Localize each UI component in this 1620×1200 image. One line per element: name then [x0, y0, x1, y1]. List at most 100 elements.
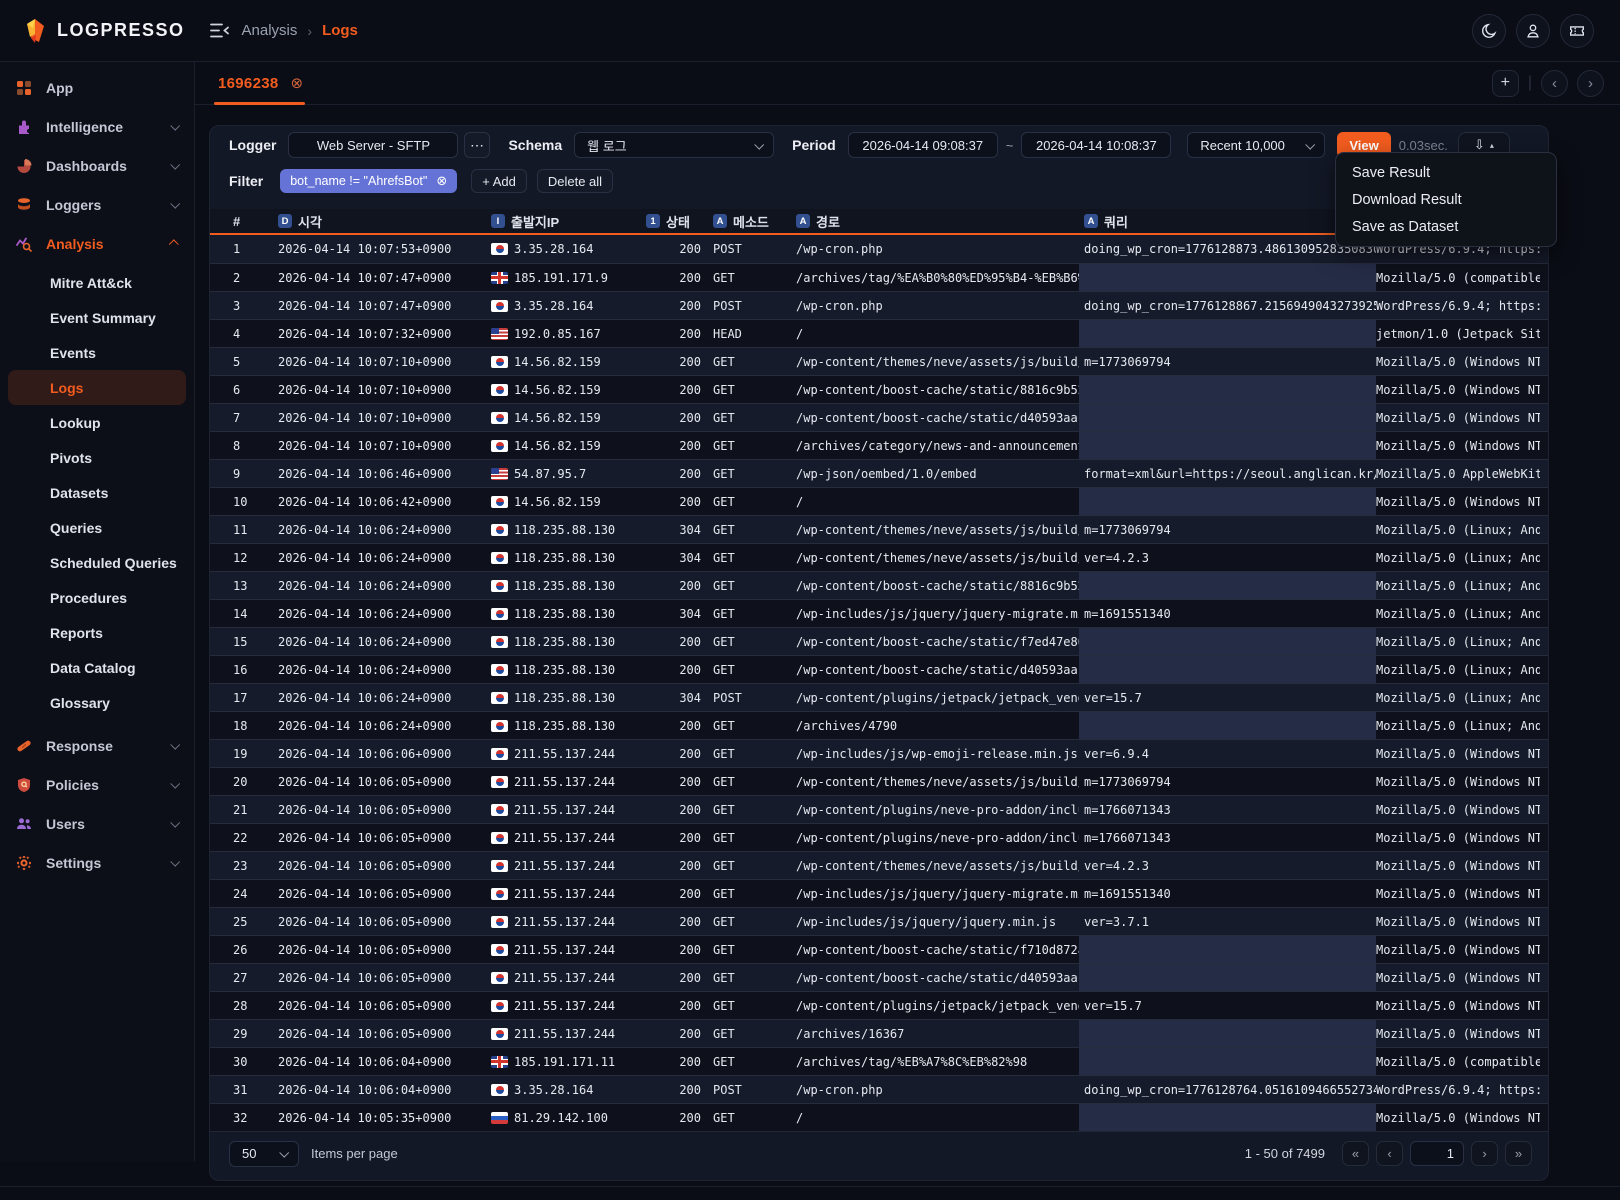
- sidebar-item-logs[interactable]: Logs: [8, 370, 186, 405]
- cell-status: 200: [646, 411, 701, 425]
- filter-chip-remove-icon[interactable]: ⊗: [436, 173, 447, 189]
- breadcrumb-parent[interactable]: Analysis: [242, 22, 298, 39]
- account-button[interactable]: [1516, 14, 1550, 48]
- logger-more-button[interactable]: ⋯: [464, 132, 490, 158]
- sidebar-item-events[interactable]: Events: [8, 335, 186, 370]
- table-row[interactable]: 22026-04-14 10:07:47+0900185.191.171.920…: [210, 263, 1548, 291]
- prev-page-button[interactable]: ‹: [1376, 1141, 1403, 1166]
- table-row[interactable]: 212026-04-14 10:06:05+0900211.55.137.244…: [210, 795, 1548, 823]
- table-row[interactable]: 132026-04-14 10:06:24+0900118.235.88.130…: [210, 571, 1548, 599]
- dark-mode-button[interactable]: [1472, 14, 1506, 48]
- menu-item-save-as-dataset[interactable]: Save as Dataset: [1336, 213, 1556, 240]
- sidebar-item-procedures[interactable]: Procedures: [8, 580, 186, 615]
- table-row[interactable]: 62026-04-14 10:07:10+090014.56.82.159200…: [210, 375, 1548, 403]
- cell-user-agent: Mozilla/5.0 (Linux; And: [1376, 523, 1540, 537]
- brand[interactable]: LOGPRESSO: [0, 18, 185, 44]
- sidebar-item-reports[interactable]: Reports: [8, 615, 186, 650]
- sidebar-item-app[interactable]: App: [0, 68, 194, 107]
- license-button[interactable]: [1560, 14, 1594, 48]
- filter-chip[interactable]: bot_name != "AhrefsBot" ⊗: [280, 169, 457, 193]
- sidebar-item-queries[interactable]: Queries: [8, 510, 186, 545]
- breadcrumb-current[interactable]: Logs: [322, 22, 358, 39]
- table-row[interactable]: 92026-04-14 10:06:46+090054.87.95.7200GE…: [210, 459, 1548, 487]
- sidebar-item-mitre-att-ck[interactable]: Mitre Att&ck: [8, 265, 186, 300]
- cell-query: [1079, 1048, 1376, 1075]
- sidebar-item-settings[interactable]: Settings: [0, 843, 194, 882]
- cell-path: /wp-json/oembed/1.0/embed: [796, 467, 1079, 481]
- page-bottom-divider: [0, 1186, 1620, 1187]
- sidebar-item-pivots[interactable]: Pivots: [8, 440, 186, 475]
- table-row[interactable]: 42026-04-14 10:07:32+0900192.0.85.167200…: [210, 319, 1548, 347]
- cell-status: 200: [646, 859, 701, 873]
- sidebar-item-dashboards[interactable]: Dashboards: [0, 146, 194, 185]
- table-row[interactable]: 272026-04-14 10:06:05+0900211.55.137.244…: [210, 963, 1548, 991]
- table-row[interactable]: 162026-04-14 10:06:24+0900118.235.88.130…: [210, 655, 1548, 683]
- sidebar-item-users[interactable]: Users: [0, 804, 194, 843]
- delete-all-filters-button[interactable]: Delete all: [537, 169, 613, 193]
- table-row[interactable]: 282026-04-14 10:06:05+0900211.55.137.244…: [210, 991, 1548, 1019]
- table-row[interactable]: 102026-04-14 10:06:42+090014.56.82.15920…: [210, 487, 1548, 515]
- column-header-source-ip[interactable]: I출발지IP: [491, 212, 646, 231]
- tab-query-result[interactable]: 1696238 ⊗: [195, 62, 321, 104]
- cell-method: GET: [713, 495, 796, 509]
- table-row[interactable]: 242026-04-14 10:06:05+0900211.55.137.244…: [210, 879, 1548, 907]
- download-menu: Save ResultDownload ResultSave as Datase…: [1335, 152, 1557, 247]
- table-row[interactable]: 322026-04-14 10:05:35+090081.29.142.1002…: [210, 1103, 1548, 1131]
- table-row[interactable]: 182026-04-14 10:06:24+0900118.235.88.130…: [210, 711, 1548, 739]
- table-row[interactable]: 302026-04-14 10:06:04+0900185.191.171.11…: [210, 1047, 1548, 1075]
- kr-flag-icon: [491, 636, 508, 648]
- logger-input[interactable]: Web Server - SFTP: [288, 132, 458, 158]
- sidebar-item-event-summary[interactable]: Event Summary: [8, 300, 186, 335]
- column-header-query[interactable]: A쿼리: [1079, 209, 1376, 233]
- column-header-path[interactable]: A경로: [796, 212, 1079, 231]
- table-row[interactable]: 262026-04-14 10:06:05+0900211.55.137.244…: [210, 935, 1548, 963]
- schema-select[interactable]: 웹 로그: [574, 132, 774, 158]
- sidebar-collapse-icon[interactable]: [209, 22, 230, 39]
- first-page-button[interactable]: «: [1342, 1141, 1369, 1166]
- column-header-method[interactable]: A메소드: [713, 212, 796, 231]
- sidebar-item-response[interactable]: Response: [0, 726, 194, 765]
- table-row[interactable]: 222026-04-14 10:06:05+0900211.55.137.244…: [210, 823, 1548, 851]
- recent-range-select[interactable]: Recent 10,000: [1187, 132, 1325, 158]
- sidebar-item-scheduled-queries[interactable]: Scheduled Queries: [8, 545, 186, 580]
- table-row[interactable]: 82026-04-14 10:07:10+090014.56.82.159200…: [210, 431, 1548, 459]
- sidebar-item-datasets[interactable]: Datasets: [8, 475, 186, 510]
- table-row[interactable]: 122026-04-14 10:06:24+0900118.235.88.130…: [210, 543, 1548, 571]
- period-from-input[interactable]: 2026-04-14 09:08:37: [848, 132, 998, 158]
- add-tab-button[interactable]: +: [1492, 70, 1519, 97]
- menu-item-save-result[interactable]: Save Result: [1336, 159, 1556, 186]
- page-number-input[interactable]: 1: [1410, 1141, 1464, 1166]
- table-row[interactable]: 72026-04-14 10:07:10+090014.56.82.159200…: [210, 403, 1548, 431]
- menu-item-download-result[interactable]: Download Result: [1336, 186, 1556, 213]
- table-row[interactable]: 142026-04-14 10:06:24+0900118.235.88.130…: [210, 599, 1548, 627]
- prev-tab-button[interactable]: ‹: [1541, 70, 1568, 97]
- table-row[interactable]: 202026-04-14 10:06:05+0900211.55.137.244…: [210, 767, 1548, 795]
- table-row[interactable]: 152026-04-14 10:06:24+0900118.235.88.130…: [210, 627, 1548, 655]
- sidebar-item-glossary[interactable]: Glossary: [8, 685, 186, 720]
- last-page-button[interactable]: »: [1505, 1141, 1532, 1166]
- column-header-status[interactable]: 1상태: [646, 212, 701, 231]
- table-row[interactable]: 172026-04-14 10:06:24+0900118.235.88.130…: [210, 683, 1548, 711]
- table-row[interactable]: 232026-04-14 10:06:05+0900211.55.137.244…: [210, 851, 1548, 879]
- table-row[interactable]: 312026-04-14 10:06:04+09003.35.28.164200…: [210, 1075, 1548, 1103]
- table-row[interactable]: 252026-04-14 10:06:05+0900211.55.137.244…: [210, 907, 1548, 935]
- sidebar-item-policies[interactable]: Policies: [0, 765, 194, 804]
- table-row[interactable]: 32026-04-14 10:07:47+09003.35.28.164200P…: [210, 291, 1548, 319]
- sidebar-item-loggers[interactable]: Loggers: [0, 185, 194, 224]
- sidebar-item-data-catalog[interactable]: Data Catalog: [8, 650, 186, 685]
- next-tab-button[interactable]: ›: [1577, 70, 1604, 97]
- column-header-time[interactable]: D시각: [278, 212, 491, 231]
- add-filter-button[interactable]: + Add: [471, 169, 527, 193]
- table-row[interactable]: 192026-04-14 10:06:06+0900211.55.137.244…: [210, 739, 1548, 767]
- table-row[interactable]: 112026-04-14 10:06:24+0900118.235.88.130…: [210, 515, 1548, 543]
- sidebar-item-intelligence[interactable]: Intelligence: [0, 107, 194, 146]
- column-header-row-number[interactable]: #: [233, 214, 278, 229]
- page-size-select[interactable]: 50: [229, 1141, 299, 1167]
- period-to-input[interactable]: 2026-04-14 10:08:37: [1021, 132, 1171, 158]
- sidebar-item-analysis[interactable]: Analysis: [0, 224, 194, 263]
- table-row[interactable]: 292026-04-14 10:06:05+0900211.55.137.244…: [210, 1019, 1548, 1047]
- sidebar-item-lookup[interactable]: Lookup: [8, 405, 186, 440]
- tab-close-icon[interactable]: ⊗: [291, 76, 304, 91]
- next-page-button[interactable]: ›: [1471, 1141, 1498, 1166]
- table-row[interactable]: 52026-04-14 10:07:10+090014.56.82.159200…: [210, 347, 1548, 375]
